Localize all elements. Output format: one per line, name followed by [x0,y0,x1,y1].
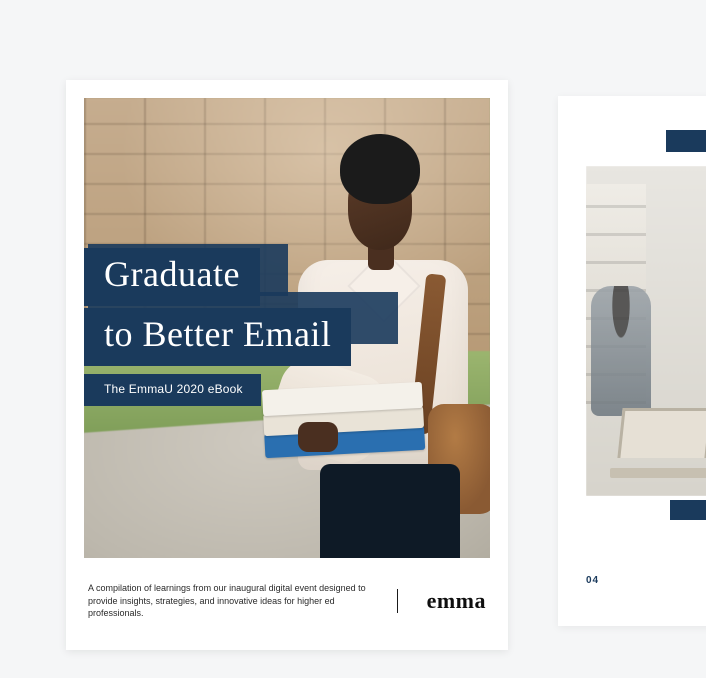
cover-photo: Graduate to Better Email The EmmaU 2020 … [84,98,490,558]
cover-title-line1: Graduate [84,248,260,306]
brand-logo-text: emma [427,588,486,614]
accent-stripe-bottom [670,500,706,520]
inner-photo [586,166,706,496]
ebook-inner-page: 04 [558,96,706,626]
footer-divider [397,589,398,613]
ebook-cover-page: Graduate to Better Email The EmmaU 2020 … [66,80,508,650]
accent-stripe-top [666,130,706,152]
cover-footer: A compilation of learnings from our inau… [88,574,486,628]
cover-title-line2: to Better Email [84,308,351,366]
page-number: 04 [586,575,599,586]
cover-subtitle: The EmmaU 2020 eBook [84,374,261,406]
cover-blurb: A compilation of learnings from our inau… [88,582,368,620]
cover-title-block: Graduate to Better Email The EmmaU 2020 … [84,248,490,406]
